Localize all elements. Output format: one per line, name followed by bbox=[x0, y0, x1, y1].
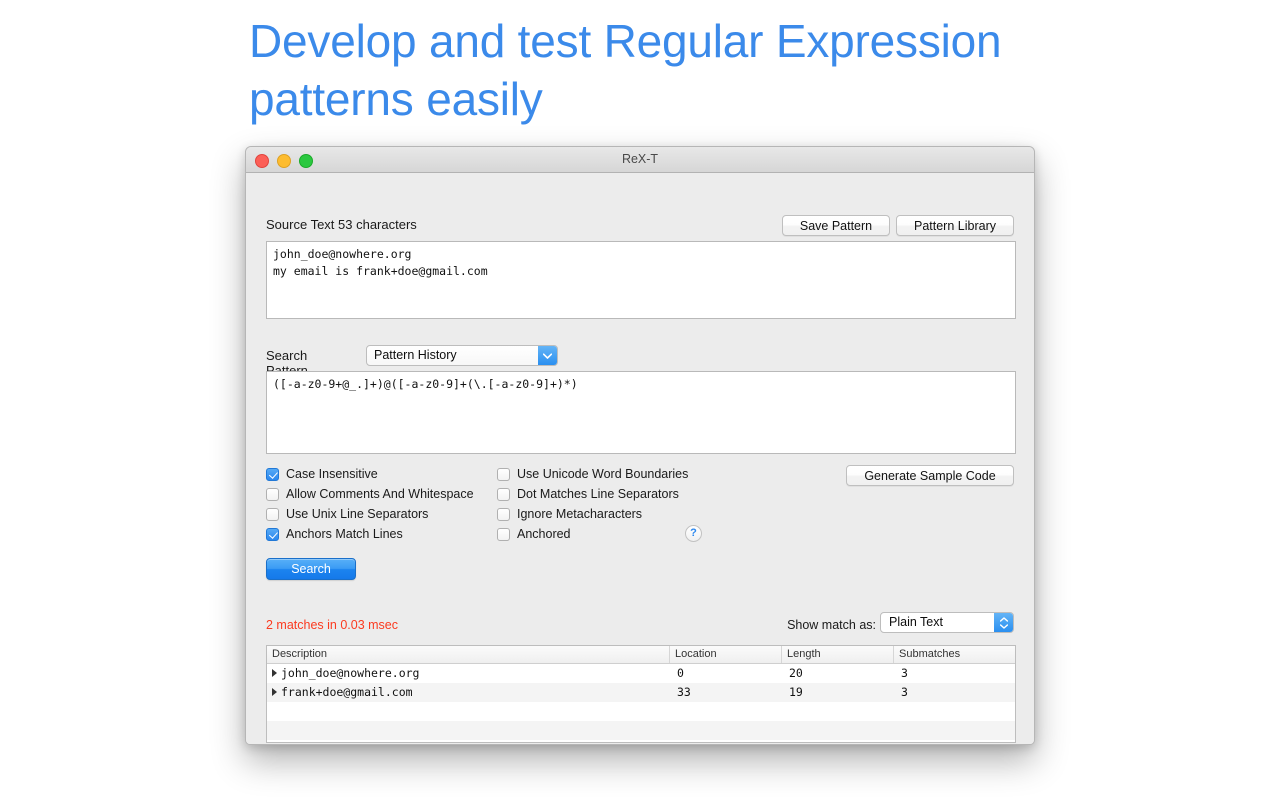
checkbox-icon[interactable] bbox=[266, 507, 279, 521]
option-case-insensitive[interactable]: Case Insensitive bbox=[266, 464, 474, 484]
pattern-history-value: Pattern History bbox=[374, 348, 457, 362]
option-use-unicode-word-boundaries[interactable]: Use Unicode Word Boundaries bbox=[497, 464, 688, 484]
option-label: Anchors Match Lines bbox=[286, 527, 403, 541]
match-length: 19 bbox=[789, 685, 803, 699]
chevron-updown-icon[interactable] bbox=[994, 613, 1013, 632]
match-location: 0 bbox=[677, 666, 684, 680]
show-match-as-select[interactable]: Plain Text bbox=[880, 612, 1014, 633]
checkbox-icon[interactable] bbox=[497, 487, 510, 501]
option-label: Use Unix Line Separators bbox=[286, 507, 429, 521]
option-label: Dot Matches Line Separators bbox=[517, 487, 679, 501]
close-button[interactable] bbox=[255, 154, 269, 168]
generate-sample-code-button[interactable]: Generate Sample Code bbox=[846, 465, 1014, 486]
table-row-empty bbox=[267, 702, 1015, 721]
match-description-text: john_doe@nowhere.org bbox=[281, 666, 420, 680]
option-anchored[interactable]: Anchored bbox=[497, 524, 688, 544]
match-submatches: 3 bbox=[901, 685, 908, 699]
option-label: Case Insensitive bbox=[286, 467, 378, 481]
source-text-input[interactable]: john_doe@nowhere.org my email is frank+d… bbox=[266, 241, 1016, 319]
save-pattern-button[interactable]: Save Pattern bbox=[782, 215, 890, 236]
option-dot-matches-line-separators[interactable]: Dot Matches Line Separators bbox=[497, 484, 688, 504]
option-label: Anchored bbox=[517, 527, 571, 541]
pattern-history-dropdown[interactable]: Pattern History bbox=[366, 345, 558, 366]
table-row[interactable]: john_doe@nowhere.org 0 20 3 bbox=[267, 664, 1015, 683]
zoom-button[interactable] bbox=[299, 154, 313, 168]
show-match-as-value: Plain Text bbox=[889, 615, 943, 629]
table-header-row: Description Location Length Submatches bbox=[267, 646, 1015, 664]
app-window: ReX-T Source Text 53 characters Save Pat… bbox=[245, 146, 1035, 745]
match-description-text: frank+doe@gmail.com bbox=[281, 685, 413, 699]
option-label: Ignore Metacharacters bbox=[517, 507, 643, 521]
checkbox-icon[interactable] bbox=[497, 507, 510, 521]
match-length: 20 bbox=[789, 666, 803, 680]
window-controls bbox=[255, 154, 313, 168]
source-text-label: Source Text 53 characters bbox=[266, 217, 417, 232]
pattern-library-button[interactable]: Pattern Library bbox=[896, 215, 1014, 236]
table-row-empty bbox=[267, 740, 1015, 742]
results-table[interactable]: Description Location Length Submatches j… bbox=[266, 645, 1016, 743]
option-ignore-metacharacters[interactable]: Ignore Metacharacters bbox=[497, 504, 688, 524]
checkbox-icon[interactable] bbox=[266, 467, 279, 481]
option-label: Allow Comments And Whitespace bbox=[286, 487, 474, 501]
match-description[interactable]: john_doe@nowhere.org bbox=[267, 664, 670, 683]
window-body: Source Text 53 characters Save Pattern P… bbox=[246, 173, 1034, 744]
checkbox-icon[interactable] bbox=[497, 467, 510, 481]
options-column-left: Case Insensitive Allow Comments And Whit… bbox=[266, 464, 474, 544]
column-header-length[interactable]: Length bbox=[782, 646, 894, 663]
disclosure-triangle-icon[interactable] bbox=[272, 687, 277, 696]
column-header-description[interactable]: Description bbox=[267, 646, 670, 663]
window-titlebar: ReX-T bbox=[246, 147, 1034, 173]
match-status: 2 matches in 0.03 msec bbox=[266, 618, 399, 632]
column-header-submatches[interactable]: Submatches bbox=[894, 646, 1015, 663]
match-location: 33 bbox=[677, 685, 691, 699]
checkbox-icon[interactable] bbox=[266, 527, 279, 541]
column-header-location[interactable]: Location bbox=[670, 646, 782, 663]
minimize-button[interactable] bbox=[277, 154, 291, 168]
search-button[interactable]: Search bbox=[266, 558, 356, 580]
checkbox-icon[interactable] bbox=[497, 527, 510, 541]
help-icon[interactable]: ? bbox=[685, 525, 702, 542]
show-match-as-label: Show match as: bbox=[787, 618, 876, 632]
options-column-right: Use Unicode Word Boundaries Dot Matches … bbox=[497, 464, 688, 544]
table-row-empty bbox=[267, 721, 1015, 740]
match-submatches: 3 bbox=[901, 666, 908, 680]
chevron-down-icon bbox=[538, 346, 557, 365]
window-title: ReX-T bbox=[621, 152, 659, 166]
table-row[interactable]: frank+doe@gmail.com 33 19 3 bbox=[267, 683, 1015, 702]
page-title: Develop and test Regular Expression patt… bbox=[249, 15, 1002, 125]
search-pattern-input[interactable]: ([-a-z0-9+@_.]+)@([-a-z0-9]+(\.[-a-z0-9]… bbox=[266, 371, 1016, 454]
checkbox-icon[interactable] bbox=[266, 487, 279, 501]
option-anchors-match-lines[interactable]: Anchors Match Lines bbox=[266, 524, 474, 544]
match-description[interactable]: frank+doe@gmail.com bbox=[267, 683, 670, 702]
option-allow-comments-and-whitespace[interactable]: Allow Comments And Whitespace bbox=[266, 484, 474, 504]
option-use-unix-line-separators[interactable]: Use Unix Line Separators bbox=[266, 504, 474, 524]
disclosure-triangle-icon[interactable] bbox=[272, 668, 277, 677]
option-label: Use Unicode Word Boundaries bbox=[517, 467, 689, 481]
source-text-header: Source Text 53 characters Save Pattern P… bbox=[266, 215, 1014, 237]
